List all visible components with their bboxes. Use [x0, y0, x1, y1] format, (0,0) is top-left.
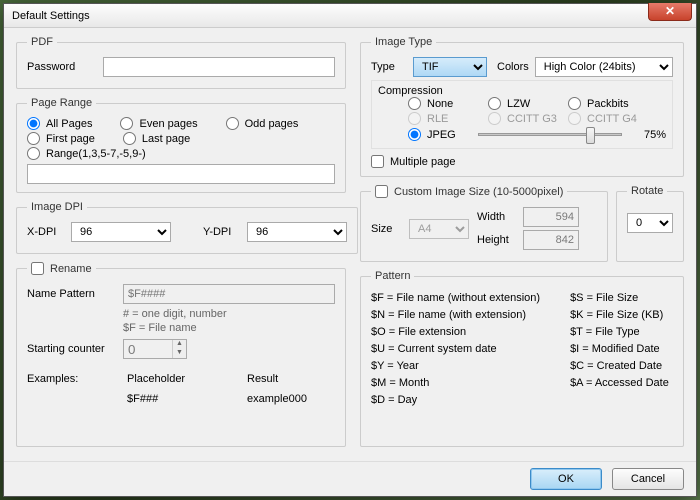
radio-lzw[interactable]: LZW: [488, 97, 568, 110]
dpi-legend: Image DPI: [27, 201, 87, 213]
width-label: Width: [477, 211, 517, 223]
examples-header: Placeholder: [127, 373, 217, 385]
pagerange-legend: Page Range: [27, 97, 96, 109]
examples-header: Result: [247, 373, 307, 385]
close-icon: ✕: [665, 4, 675, 18]
example-result: example000: [247, 393, 307, 405]
size-select[interactable]: A4: [409, 219, 469, 239]
colors-select[interactable]: High Color (24bits): [535, 57, 673, 77]
example-placeholder: $F###: [127, 393, 217, 405]
customsize-checkbox[interactable]: Custom Image Size (10-5000pixel): [371, 185, 567, 198]
colors-label: Colors: [497, 61, 529, 73]
ydpi-label: Y-DPI: [203, 226, 241, 238]
starting-counter-input[interactable]: ▲▼: [123, 339, 187, 359]
ydpi-select[interactable]: 96: [247, 222, 347, 242]
dialog-footer: OK Cancel: [4, 461, 696, 496]
compression-legend: Compression: [378, 85, 666, 97]
pattern-item: $C = Created Date: [570, 358, 669, 375]
slider-thumb[interactable]: [586, 127, 595, 144]
pattern-item: $N = File name (with extension): [371, 307, 540, 324]
password-input[interactable]: [103, 57, 335, 77]
rotate-select[interactable]: 0: [627, 213, 673, 233]
pattern-item: $K = File Size (KB): [570, 307, 669, 324]
radio-all-pages[interactable]: All Pages: [27, 117, 92, 130]
range-input[interactable]: [27, 164, 335, 184]
type-select[interactable]: TIF: [413, 57, 487, 77]
radio-rle: RLE: [408, 112, 488, 125]
rotate-legend: Rotate: [627, 185, 667, 197]
customsize-group: Custom Image Size (10-5000pixel) Size A4…: [360, 185, 608, 262]
starting-counter-label: Starting counter: [27, 343, 117, 355]
pattern-legend: Pattern: [371, 270, 414, 282]
rename-checkbox[interactable]: Rename: [27, 262, 96, 275]
dialog-window: Default Settings ✕ PDF Password Page Ran…: [3, 3, 697, 497]
jpeg-quality-value: 75%: [632, 129, 666, 141]
pattern-hint: # = one digit, number: [123, 307, 335, 321]
pattern-item: $F = File name (without extension): [371, 290, 540, 307]
pattern-item: $O = File extension: [371, 324, 540, 341]
pattern-item: $D = Day: [371, 392, 540, 409]
height-label: Height: [477, 234, 517, 246]
pagerange-group: Page Range All Pages Even pages Odd page…: [16, 97, 346, 193]
name-pattern-label: Name Pattern: [27, 288, 117, 300]
pattern-item: $I = Modified Date: [570, 341, 669, 358]
width-input[interactable]: [523, 207, 579, 227]
imagetype-legend: Image Type: [371, 36, 436, 48]
radio-even-pages[interactable]: Even pages: [120, 117, 197, 130]
rename-group: Rename Name Pattern # = one digit, numbe…: [16, 262, 346, 447]
window-title: Default Settings: [12, 10, 90, 22]
close-button[interactable]: ✕: [648, 3, 692, 21]
cancel-button[interactable]: Cancel: [612, 468, 684, 490]
type-label: Type: [371, 61, 407, 73]
compression-group: Compression None LZW Packbits RLE CCITT …: [371, 80, 673, 149]
pattern-item: $T = File Type: [570, 324, 669, 341]
ok-button[interactable]: OK: [530, 468, 602, 490]
name-pattern-input[interactable]: [123, 284, 335, 304]
pdf-legend: PDF: [27, 36, 57, 48]
pattern-item: $M = Month: [371, 375, 540, 392]
radio-ccittg3: CCITT G3: [488, 112, 568, 125]
radio-odd-pages[interactable]: Odd pages: [226, 117, 299, 130]
chevron-up-icon[interactable]: ▲: [173, 340, 186, 349]
radio-first-page[interactable]: First page: [27, 132, 95, 145]
radio-packbits[interactable]: Packbits: [568, 97, 648, 110]
radio-ccittg4: CCITT G4: [568, 112, 648, 125]
multipage-checkbox[interactable]: Multiple page: [371, 155, 673, 168]
pattern-item: $S = File Size: [570, 290, 669, 307]
pattern-hint: $F = File name: [123, 321, 335, 335]
chevron-down-icon[interactable]: ▼: [173, 349, 186, 358]
xdpi-select[interactable]: 96: [71, 222, 171, 242]
dialog-body: PDF Password Page Range All Pages Even p…: [4, 28, 696, 461]
password-label: Password: [27, 61, 97, 73]
titlebar: Default Settings ✕: [4, 4, 696, 28]
size-label: Size: [371, 223, 401, 235]
pattern-item: $Y = Year: [371, 358, 540, 375]
radio-range[interactable]: Range(1,3,5-7,-5,9-): [27, 147, 146, 160]
xdpi-label: X-DPI: [27, 226, 65, 238]
pattern-item: $A = Accessed Date: [570, 375, 669, 392]
pattern-item: $U = Current system date: [371, 341, 540, 358]
pdf-group: PDF Password: [16, 36, 346, 89]
dpi-group: Image DPI X-DPI 96 Y-DPI 96: [16, 201, 358, 254]
examples-label: Examples:: [27, 373, 97, 405]
rotate-group: Rotate 0: [616, 185, 684, 262]
radio-jpeg[interactable]: JPEG: [408, 128, 468, 141]
imagetype-group: Image Type Type TIF Colors High Color (2…: [360, 36, 684, 177]
radio-none[interactable]: None: [408, 97, 488, 110]
pattern-group: Pattern $F = File name (without extensio…: [360, 270, 684, 447]
radio-last-page[interactable]: Last page: [123, 132, 190, 145]
height-input[interactable]: [523, 230, 579, 250]
jpeg-quality-slider[interactable]: [478, 133, 622, 136]
